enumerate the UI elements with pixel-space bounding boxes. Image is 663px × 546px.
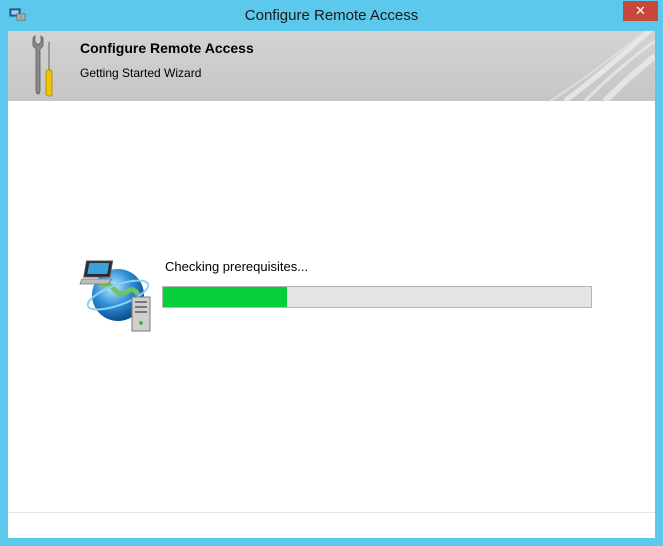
progress-bar [162, 286, 592, 308]
close-button[interactable]: ✕ [623, 1, 658, 21]
wizard-window: Configure Remote Access ✕ Configure Remo… [0, 0, 663, 546]
header-subtitle: Getting Started Wizard [80, 66, 202, 80]
header-title: Configure Remote Access [80, 40, 254, 56]
header-decoration [549, 31, 655, 101]
footer-divider [8, 512, 655, 513]
network-globe-computer-icon [79, 260, 151, 332]
title-bar[interactable]: Configure Remote Access ✕ [0, 0, 663, 31]
tools-wrench-screwdriver-icon [32, 35, 53, 97]
status-message: Checking prerequisites... [165, 259, 309, 274]
window-title: Configure Remote Access [244, 7, 419, 24]
progress-fill [163, 287, 288, 307]
wizard-header: Configure Remote Access Getting Started … [8, 31, 655, 101]
wizard-content: Configure Remote Access Getting Started … [8, 31, 655, 538]
